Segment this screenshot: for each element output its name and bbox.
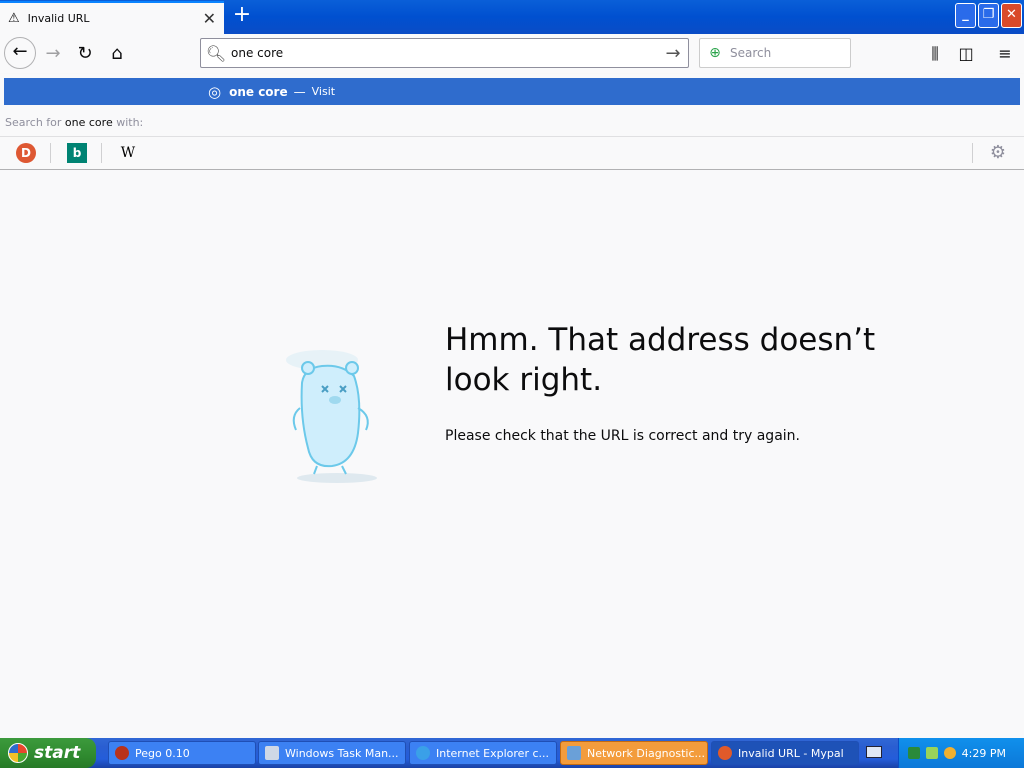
- forward-button[interactable]: →: [38, 39, 68, 69]
- search-engines-row: D b W ⚙: [0, 136, 1024, 168]
- menu-button[interactable]: ≡: [990, 39, 1020, 69]
- search-input[interactable]: [730, 46, 850, 60]
- url-autocomplete-popup: ◎ one core — Visit Search for one core w…: [0, 74, 1024, 170]
- engine-divider: [101, 143, 102, 163]
- warning-icon: ⚠: [8, 11, 20, 26]
- tab-close-icon[interactable]: ✕: [203, 9, 216, 28]
- search-engine-icon: ⊕: [709, 45, 721, 61]
- go-arrow-icon[interactable]: →: [658, 43, 688, 64]
- internet-explorer-icon: [416, 746, 430, 760]
- title-bar: ⚠ Invalid URL ✕ + _ ❐ ✕: [0, 0, 1024, 34]
- suggestion-separator: —: [293, 84, 306, 99]
- url-bar[interactable]: 🔍︎ →: [200, 38, 689, 68]
- tab-title: Invalid URL: [27, 12, 90, 25]
- taskbar-item-invalid-url-mypal[interactable]: Invalid URL - Mypal: [711, 741, 859, 765]
- taskbar-item-internet-explorer[interactable]: Internet Explorer c...: [409, 741, 557, 765]
- navigation-toolbar: ← → ↻ ⌂ 🔍︎ → ⊕ ⫼ ◫ ≡: [0, 34, 1024, 74]
- suggestion-action: Visit: [311, 85, 336, 98]
- clock[interactable]: 4:29 PM: [962, 747, 1006, 760]
- new-tab-button[interactable]: +: [230, 4, 254, 28]
- url-input[interactable]: [231, 46, 658, 60]
- taskbar-item-label: Internet Explorer c...: [436, 746, 550, 760]
- duckduckgo-icon[interactable]: D: [16, 143, 36, 163]
- start-label: start: [34, 743, 81, 763]
- engine-divider: [972, 143, 973, 163]
- back-button[interactable]: ←: [4, 37, 36, 69]
- globe-icon: ◎: [208, 82, 222, 101]
- taskbar: start Pego 0.10 Windows Task Man... Inte…: [0, 738, 1024, 768]
- window-close-button[interactable]: ✕: [1001, 3, 1022, 28]
- error-description: Please check that the URL is correct and…: [445, 428, 800, 444]
- engine-divider: [50, 143, 51, 163]
- home-button[interactable]: ⌂: [102, 39, 132, 69]
- taskbar-item-label: Network Diagnostic...: [587, 746, 706, 760]
- taskbar-item-label: Pego 0.10: [135, 746, 190, 760]
- task-manager-icon: [265, 746, 279, 760]
- keyboard-icon[interactable]: [866, 746, 882, 758]
- pego-icon: [115, 746, 129, 760]
- error-page: Hmm. That address doesn’t look right. Pl…: [0, 170, 1024, 738]
- network-diagnostic-icon: [567, 746, 581, 760]
- start-button[interactable]: start: [0, 738, 96, 768]
- minimize-button[interactable]: _: [955, 3, 976, 28]
- tray-network-icon[interactable]: [925, 747, 938, 759]
- mypal-icon: [718, 746, 732, 760]
- tab-invalid-url[interactable]: ⚠ Invalid URL ✕: [0, 1, 224, 34]
- library-button[interactable]: ⫼: [920, 39, 950, 69]
- suggestion-title: one core: [229, 84, 288, 99]
- search-icon: 🔍︎: [205, 43, 227, 63]
- autocomplete-suggestion[interactable]: ◎ one core — Visit: [4, 78, 1020, 105]
- search-for-label: Search for one core with:: [5, 116, 143, 129]
- search-for-prefix: Search for: [5, 116, 62, 129]
- windows-logo-icon: [8, 743, 28, 763]
- taskbar-item-label: Invalid URL - Mypal: [738, 746, 844, 760]
- reload-button[interactable]: ↻: [70, 39, 100, 69]
- bing-icon[interactable]: b: [67, 143, 87, 163]
- confused-mascot-illustration: [286, 350, 377, 483]
- restore-button[interactable]: ❐: [978, 3, 999, 28]
- system-tray: 4:29 PM: [898, 738, 1024, 768]
- taskbar-item-network-diagnostic[interactable]: Network Diagnostic...: [560, 741, 708, 765]
- search-bar[interactable]: ⊕: [699, 38, 851, 68]
- error-title: Hmm. That address doesn’t look right.: [445, 322, 876, 398]
- tray-app-icon[interactable]: [907, 747, 920, 759]
- wikipedia-icon[interactable]: W: [118, 143, 138, 163]
- tray-search-icon[interactable]: [943, 747, 956, 759]
- taskbar-item-label: Windows Task Man...: [285, 746, 399, 760]
- taskbar-item-pego[interactable]: Pego 0.10: [108, 741, 256, 765]
- taskbar-item-task-manager[interactable]: Windows Task Man...: [258, 741, 406, 765]
- search-for-term: one core: [64, 116, 113, 129]
- sidebar-button[interactable]: ◫: [951, 39, 981, 69]
- search-for-suffix: with:: [116, 116, 144, 129]
- search-settings-gear-icon[interactable]: ⚙: [988, 143, 1008, 163]
